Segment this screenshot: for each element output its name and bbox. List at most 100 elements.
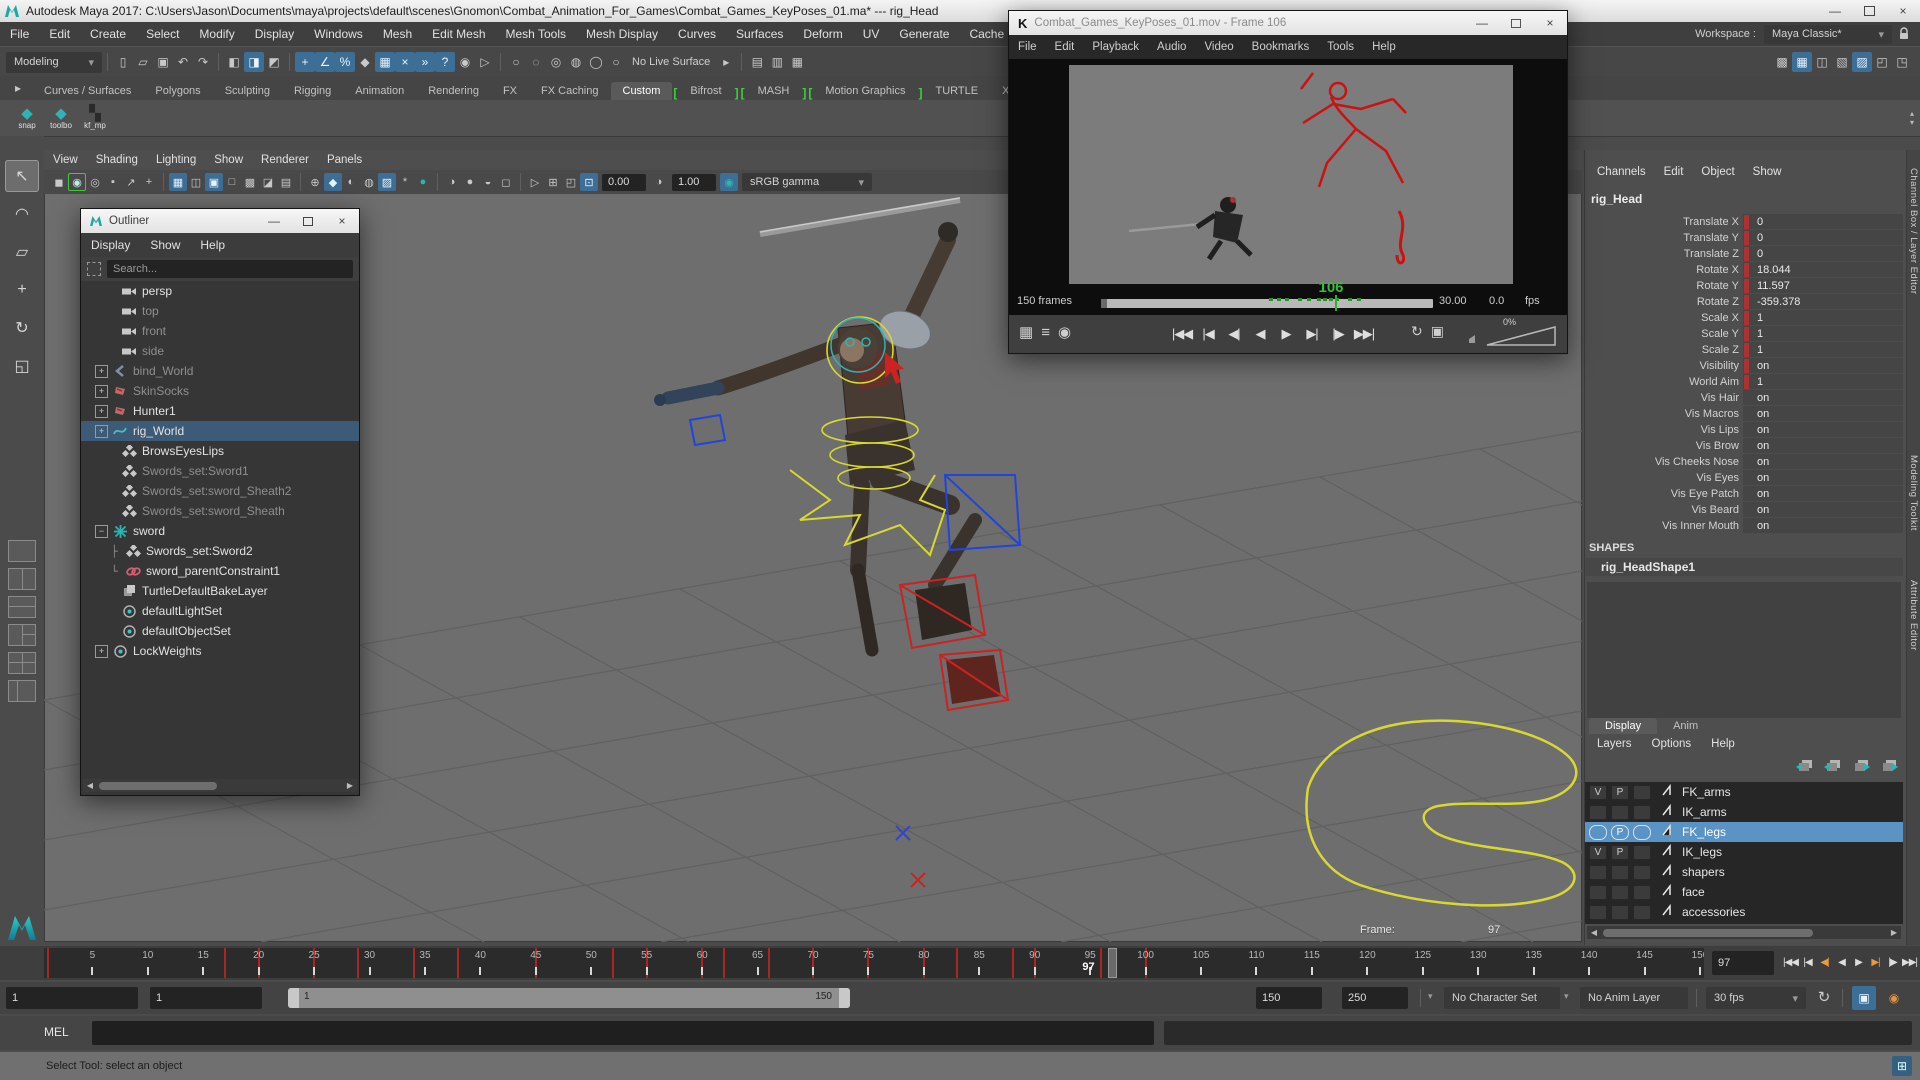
menu-mesh-display[interactable]: Mesh Display xyxy=(576,27,668,41)
shelf-tab-sculpting[interactable]: Sculpting xyxy=(213,82,282,100)
outliner-item-Swords_set_Sword1[interactable]: Swords_set:Sword1 xyxy=(81,461,359,481)
channelbox-menu-channels[interactable]: Channels xyxy=(1591,166,1658,178)
menu-curves[interactable]: Curves xyxy=(668,27,726,41)
outliner-item-bind_World[interactable]: +bind_World xyxy=(81,361,359,381)
panel-toolbar-icon-17[interactable]: ◐ xyxy=(342,173,360,191)
player-menu-edit[interactable]: Edit xyxy=(1046,41,1084,53)
outliner-item-persp[interactable]: persp xyxy=(81,281,359,301)
step-back-key-button[interactable]: |◀ xyxy=(1799,949,1816,975)
layer-playback-toggle[interactable]: P xyxy=(1611,825,1629,840)
sidebar-toggle-icon-3[interactable]: ▧ xyxy=(1832,52,1852,72)
panel-menu-renderer[interactable]: Renderer xyxy=(252,154,318,166)
side-tab-attribute-editor[interactable]: Attribute Editor xyxy=(1908,580,1919,651)
player-menu-audio[interactable]: Audio xyxy=(1148,41,1195,53)
outliner-item-BrowsEyesLips[interactable]: BrowsEyesLips xyxy=(81,441,359,461)
channel-value[interactable]: on xyxy=(1757,360,1769,372)
minimize-button[interactable]: — xyxy=(1818,0,1852,22)
layer-playback-toggle[interactable]: P xyxy=(1611,845,1629,860)
shelf-scroll-up-icon[interactable]: ▴ xyxy=(1910,109,1914,118)
history-icon-2[interactable]: ◎ xyxy=(546,52,566,72)
menu-uv[interactable]: UV xyxy=(853,27,890,41)
command-input[interactable] xyxy=(92,1021,1154,1045)
menu-mesh-tools[interactable]: Mesh Tools xyxy=(496,27,576,41)
character-set-dropdown[interactable]: No Character Set xyxy=(1444,987,1560,1009)
scale-tool[interactable]: ◱ xyxy=(5,350,39,382)
menu-windows[interactable]: Windows xyxy=(304,27,373,41)
history-icon-1[interactable]: ◌ xyxy=(526,52,546,72)
layer-row-IK_arms[interactable]: IK_arms xyxy=(1585,802,1903,822)
snap-icon-0[interactable]: + xyxy=(295,52,315,72)
file-op-icon-1[interactable]: ▱ xyxy=(133,52,153,72)
panel-toolbar-icon-24[interactable]: ● xyxy=(461,173,479,191)
snap-icon-2[interactable]: % xyxy=(335,52,355,72)
panel-toolbar-icon-10[interactable]: □ xyxy=(223,173,241,191)
panel-toolbar-icon-8[interactable]: ◫ xyxy=(187,173,205,191)
channel-value[interactable]: on xyxy=(1757,488,1769,500)
live-surface-arrow-icon[interactable]: ▸ xyxy=(716,52,736,72)
panel-toolbar-icon-13[interactable]: ▤ xyxy=(277,173,295,191)
panel-toolbar-icon-5[interactable]: + xyxy=(140,173,158,191)
player-menu-tools[interactable]: Tools xyxy=(1318,41,1363,53)
paint-select-tool[interactable]: ▱ xyxy=(5,236,39,268)
layout-four-button[interactable] xyxy=(8,652,36,674)
maximize-button[interactable] xyxy=(1852,0,1886,22)
channel-value[interactable]: 0 xyxy=(1757,232,1763,244)
outliner-item-sword[interactable]: −sword xyxy=(81,521,359,541)
snap-icon-7[interactable]: ? xyxy=(435,52,455,72)
player-menu-file[interactable]: File xyxy=(1009,41,1046,53)
layer-visibility-toggle[interactable] xyxy=(1589,825,1607,840)
outliner-item-rig_World[interactable]: +rig_World xyxy=(81,421,359,441)
view-transform-dropdown[interactable]: sRGB gamma▾ xyxy=(742,173,872,191)
panel-toolbar-icon-15[interactable]: ⊕ xyxy=(306,173,324,191)
snap-icon-5[interactable]: × xyxy=(395,52,415,72)
menu-create[interactable]: Create xyxy=(80,27,136,41)
go-to-start-button[interactable]: |◀◀ xyxy=(1782,949,1799,975)
layer-visibility-toggle[interactable] xyxy=(1589,805,1607,820)
expand-icon[interactable]: + xyxy=(95,425,108,438)
layer-playback-toggle[interactable] xyxy=(1611,805,1629,820)
shelf-tab-bifrost[interactable]: Bifrost xyxy=(678,82,733,100)
gamma-field[interactable]: 1.00 xyxy=(672,174,716,191)
outliner-scrollbar[interactable]: ◀▶ xyxy=(83,779,357,792)
tile-view-icon[interactable]: ▦ xyxy=(1019,323,1033,341)
shelf-tab-fx-caching[interactable]: FX Caching xyxy=(529,82,610,100)
layer-visibility-toggle[interactable] xyxy=(1589,905,1607,920)
layer-display-type-toggle[interactable] xyxy=(1633,905,1651,920)
channel-value[interactable]: 0 xyxy=(1757,248,1763,260)
player-timeline[interactable] xyxy=(1101,299,1433,308)
side-tab-modeling-toolkit[interactable]: Modeling Toolkit xyxy=(1908,455,1919,531)
outliner-item-Hunter1[interactable]: +Hunter1 xyxy=(81,401,359,421)
history-icon-0[interactable]: ○ xyxy=(506,52,526,72)
player-menu-video[interactable]: Video xyxy=(1195,41,1242,53)
loop-toggle-icon[interactable]: ↻ xyxy=(1814,987,1834,1007)
sidebar-toggle-icon-0[interactable]: ▩ xyxy=(1772,52,1792,72)
snap-icon-1[interactable]: ∠ xyxy=(315,52,335,72)
menu-cache[interactable]: Cache xyxy=(959,27,1014,41)
outliner-item-TurtleDefaultBakeLayer[interactable]: TurtleDefaultBakeLayer xyxy=(81,581,359,601)
channel-value[interactable]: 1 xyxy=(1757,376,1763,388)
shape-node-name[interactable]: rig_HeadShape1 xyxy=(1601,560,1695,574)
sidebar-toggle-icon-6[interactable]: ◳ xyxy=(1892,52,1912,72)
layer-visibility-toggle[interactable] xyxy=(1589,865,1607,880)
new-empty-layer-icon[interactable] xyxy=(1796,758,1814,777)
layout-three-button[interactable] xyxy=(8,624,36,646)
layer-row-FK_arms[interactable]: VPFK_arms xyxy=(1585,782,1903,802)
playback-end-field[interactable]: 150 xyxy=(1256,987,1322,1009)
select-mode-icon-1[interactable]: ◨ xyxy=(244,52,264,72)
file-op-icon-0[interactable]: ▯ xyxy=(113,52,133,72)
go-to-start-button[interactable]: |◀◀ xyxy=(1169,319,1195,349)
menu-surfaces[interactable]: Surfaces xyxy=(726,27,793,41)
layer-playback-toggle[interactable] xyxy=(1611,905,1629,920)
layer-display-type-toggle[interactable] xyxy=(1633,845,1651,860)
channelbox-menu-object[interactable]: Object xyxy=(1695,166,1746,178)
hold-icon[interactable]: ▣ xyxy=(1431,323,1444,340)
shelf-tab-custom[interactable]: Custom xyxy=(611,82,673,100)
outliner-item-Swords_set_sword_Sheath2[interactable]: Swords_set:sword_Sheath2 xyxy=(81,481,359,501)
layout-wide-button[interactable] xyxy=(8,680,36,702)
anim-end-field[interactable]: 250 xyxy=(1342,987,1408,1009)
history-icon-4[interactable]: ◯ xyxy=(586,52,606,72)
layer-playback-toggle[interactable] xyxy=(1611,885,1629,900)
current-time-marker[interactable] xyxy=(1108,948,1117,978)
search-input[interactable]: Search... xyxy=(107,260,353,278)
counter-icon-0[interactable]: ▤ xyxy=(747,52,767,72)
